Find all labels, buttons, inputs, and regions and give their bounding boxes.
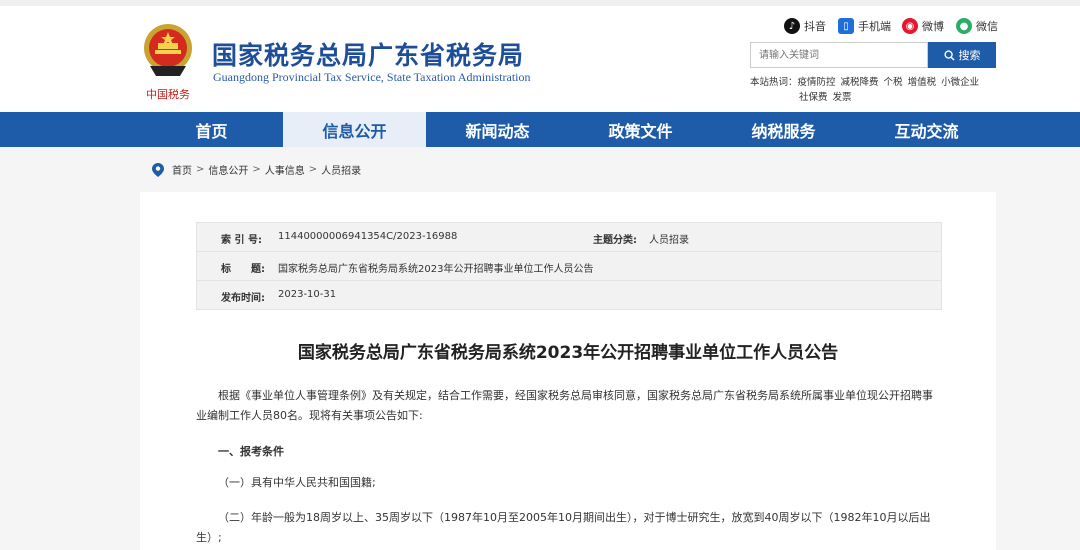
nav-home[interactable]: 首页 bbox=[140, 112, 283, 147]
meta-date-value: 2023-10-31 bbox=[278, 289, 337, 300]
nav-interaction[interactable]: 互动交流 bbox=[855, 112, 998, 147]
tax-emblem-logo[interactable]: 中国税务 bbox=[140, 22, 196, 104]
meta-row-title: 标 题: 国家税务总局广东省税务局系统2023年公开招聘事业单位工作人员公告 bbox=[197, 252, 941, 280]
hot-word[interactable]: 发票 bbox=[833, 92, 852, 103]
article-paragraph: （一）具有中华人民共和国国籍; bbox=[218, 476, 376, 489]
site-header: 中国税务 国家税务总局广东省税务局 Guangdong Provincial T… bbox=[0, 6, 1080, 112]
nav-tax-service[interactable]: 纳税服务 bbox=[712, 112, 855, 147]
site-title[interactable]: 国家税务总局广东省税务局 bbox=[212, 36, 524, 72]
social-wechat-label: 微信 bbox=[976, 20, 998, 33]
meta-title-label: 标 题: bbox=[221, 264, 265, 275]
meta-index-label: 索 引 号: bbox=[221, 235, 262, 246]
meta-title-value: 国家税务总局广东省税务局系统2023年公开招聘事业单位工作人员公告 bbox=[278, 264, 594, 275]
tiktok-icon: ♪ bbox=[784, 18, 800, 34]
meta-category-value: 人员招录 bbox=[649, 235, 689, 246]
meta-row-date: 发布时间: 2023-10-31 bbox=[197, 281, 941, 309]
location-pin-icon bbox=[152, 162, 164, 177]
search-input[interactable] bbox=[750, 42, 928, 68]
article-meta-table: 索 引 号: 11440000006941354C/2023-16988 主题分… bbox=[196, 222, 942, 310]
social-tiktok-label: 抖音 bbox=[804, 20, 826, 33]
breadcrumb-separator: > bbox=[196, 164, 205, 175]
main-nav: 首页 信息公开 新闻动态 政策文件 纳税服务 互动交流 bbox=[0, 112, 1080, 147]
breadcrumb-recruitment[interactable]: 人员招录 bbox=[321, 162, 361, 177]
meta-category-label: 主题分类: bbox=[593, 235, 637, 246]
search-icon bbox=[943, 49, 955, 61]
emblem-text: 中国税务 bbox=[146, 87, 190, 101]
meta-date-label: 发布时间: bbox=[221, 293, 265, 304]
hot-word[interactable]: 疫情防控 bbox=[798, 77, 836, 88]
wechat-icon: ● bbox=[956, 18, 972, 34]
meta-index-value: 11440000006941354C/2023-16988 bbox=[278, 231, 458, 242]
search-button[interactable]: 搜索 bbox=[928, 42, 996, 68]
hot-word[interactable]: 增值税 bbox=[908, 77, 937, 88]
breadcrumb-separator: > bbox=[308, 164, 318, 175]
nav-policy[interactable]: 政策文件 bbox=[569, 112, 712, 147]
article-heading: 一、报考条件 bbox=[218, 445, 284, 458]
breadcrumb-separator: > bbox=[252, 164, 261, 175]
hot-word[interactable]: 社保费 bbox=[799, 92, 828, 103]
hot-words: 本站热词：疫情防控 减税降费 个税 增值税 小微企业社保费 发票 bbox=[750, 75, 996, 105]
hot-word[interactable]: 减税降费 bbox=[841, 77, 879, 88]
article-title: 国家税务总局广东省税务局系统2023年公开招聘事业单位工作人员公告 bbox=[297, 343, 839, 363]
nav-news[interactable]: 新闻动态 bbox=[426, 112, 569, 147]
article-container: 索 引 号: 11440000006941354C/2023-16988 主题分… bbox=[140, 192, 996, 550]
nav-info-disclosure[interactable]: 信息公开 bbox=[283, 112, 426, 147]
breadcrumb-home[interactable]: 首页 bbox=[172, 162, 192, 177]
breadcrumb: 首页 > 信息公开 > 人事信息 > 人员招录 bbox=[152, 162, 361, 177]
article-paragraph: （二）年龄一般为18周岁以上、35周岁以下（1987年10月至2005年10月期… bbox=[196, 511, 931, 544]
social-wechat[interactable]: ● 微信 bbox=[956, 18, 998, 34]
social-mobile-label: 手机端 bbox=[858, 20, 891, 33]
meta-row-index: 索 引 号: 11440000006941354C/2023-16988 主题分… bbox=[197, 223, 941, 251]
mobile-icon: ▯ bbox=[838, 18, 854, 34]
search-button-label: 搜索 bbox=[958, 50, 981, 62]
hot-word[interactable]: 小微企业 bbox=[941, 77, 979, 88]
breadcrumb-info[interactable]: 信息公开 bbox=[208, 162, 248, 177]
breadcrumb-personnel[interactable]: 人事信息 bbox=[265, 162, 305, 177]
social-weibo-label: 微博 bbox=[922, 20, 944, 33]
hot-words-label: 本站热词： bbox=[750, 77, 798, 88]
article-paragraph: 根据《事业单位人事管理条例》及有关规定，结合工作需要，经国家税务总局审核同意，国… bbox=[196, 389, 933, 422]
weibo-icon: ◉ bbox=[902, 18, 918, 34]
site-subtitle: Guangdong Provincial Tax Service, State … bbox=[213, 70, 531, 84]
social-tiktok[interactable]: ♪ 抖音 bbox=[784, 18, 826, 34]
social-weibo[interactable]: ◉ 微博 bbox=[902, 18, 944, 34]
hot-word[interactable]: 个税 bbox=[884, 77, 903, 88]
social-mobile[interactable]: ▯ 手机端 bbox=[838, 18, 891, 34]
